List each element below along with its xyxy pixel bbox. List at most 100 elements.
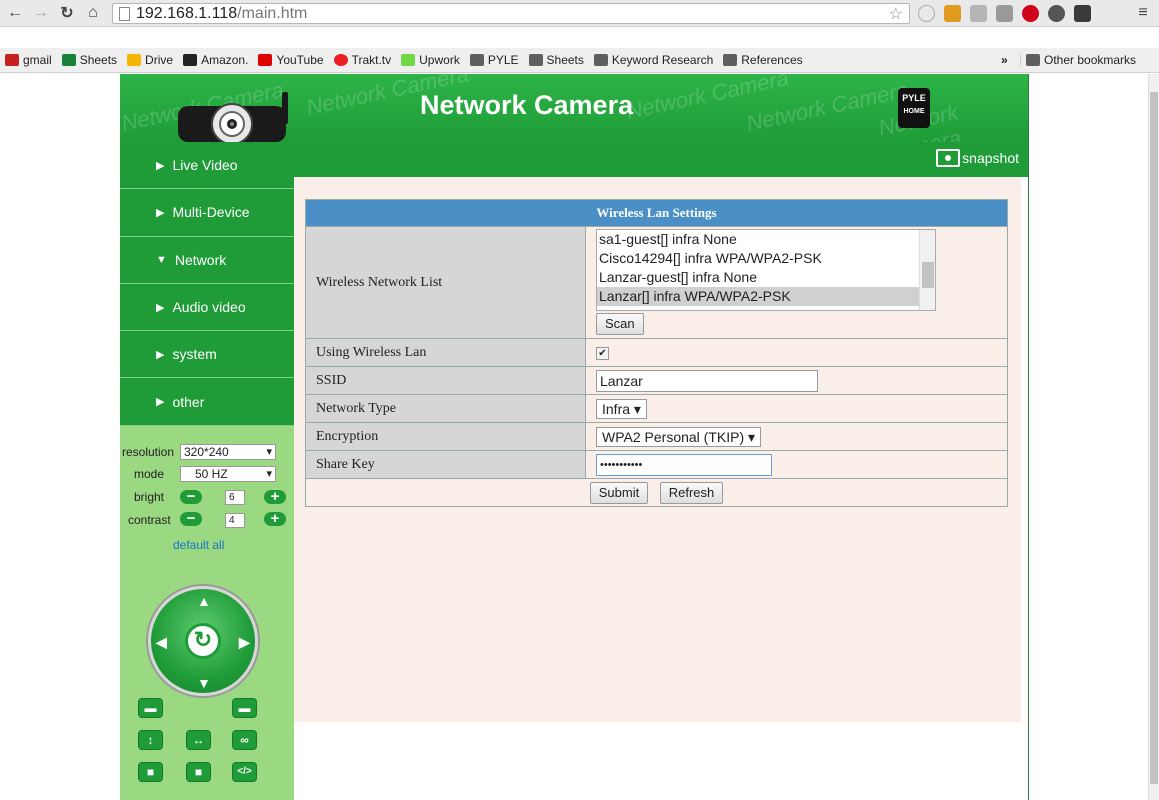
- resolution-select[interactable]: 320*240: [180, 444, 276, 460]
- stop-icon[interactable]: ■: [138, 762, 163, 782]
- ssid-input[interactable]: Lanzar: [596, 369, 818, 392]
- contrast-value[interactable]: 4: [225, 513, 245, 528]
- network-option-selected[interactable]: Lanzar[] infra WPA/WPA2-PSK: [597, 287, 935, 306]
- mode-select[interactable]: 50 HZ: [180, 466, 276, 482]
- menu-item-live-video[interactable]: ▶ Live Video: [120, 142, 294, 190]
- default-all-link[interactable]: default all: [173, 538, 224, 552]
- snapshot-button[interactable]: snapshot: [936, 149, 1019, 167]
- mode-label: mode: [134, 467, 165, 481]
- page-icon: [119, 6, 130, 21]
- submit-button[interactable]: Submit: [589, 481, 649, 504]
- horizontal-patrol-icon[interactable]: ↔: [186, 730, 211, 750]
- network-option[interactable]: Lanzar-guest[] infra None: [597, 268, 935, 287]
- menu-item-multi-device[interactable]: ▶ Multi-Device: [120, 189, 294, 237]
- share-key-input[interactable]: •••••••••••: [596, 453, 772, 476]
- extension-js-icon[interactable]: [944, 5, 961, 22]
- reload-button[interactable]: ↻: [56, 2, 78, 24]
- bookmark-drive[interactable]: Drive: [122, 53, 178, 67]
- extension-gray-icon[interactable]: [970, 5, 987, 22]
- bright-value[interactable]: 6: [225, 490, 245, 505]
- using-wireless-label: Using Wireless Lan: [305, 338, 586, 367]
- share-key-cell: •••••••••••: [585, 450, 1008, 479]
- arrow-right-icon: ▶: [156, 348, 165, 361]
- forward-button[interactable]: →: [30, 2, 52, 24]
- preset-left-icon[interactable]: ▬: [138, 698, 163, 718]
- star-icon[interactable]: ☆: [889, 4, 903, 24]
- bookmarks-overflow-button[interactable]: »: [996, 53, 1013, 67]
- vertical-patrol-icon[interactable]: ↕: [138, 730, 163, 750]
- bookmark-amazon[interactable]: Amazon.: [178, 53, 253, 67]
- info-icon[interactable]: [918, 5, 935, 22]
- bookmark-upwork[interactable]: Upwork: [396, 53, 465, 67]
- bright-decrease-button[interactable]: −: [180, 489, 202, 504]
- menu-item-other[interactable]: ▶ other: [120, 378, 294, 426]
- trakt-icon: [333, 54, 348, 66]
- network-type-cell: Infra ▾: [585, 394, 1008, 423]
- network-option[interactable]: sa1-guest[] infra None: [597, 230, 935, 249]
- network-type-label: Network Type: [305, 394, 586, 423]
- pan-up-icon[interactable]: ▲: [197, 593, 211, 609]
- menu-item-audio-video[interactable]: ▶ Audio video: [120, 283, 294, 332]
- home-button[interactable]: ⌂: [82, 2, 104, 24]
- address-bar[interactable]: 192.168.1.118/main.htm ☆: [112, 3, 910, 24]
- share-key-label: Share Key: [305, 450, 586, 479]
- using-wireless-checkbox[interactable]: ✔: [596, 346, 609, 360]
- folder-icon: [1026, 54, 1040, 66]
- page-scrollbar[interactable]: [1148, 74, 1159, 800]
- menu-label: system: [172, 346, 217, 363]
- ptz-center-icon[interactable]: ↻: [185, 623, 221, 659]
- preset-right-icon[interactable]: ▬: [232, 698, 257, 718]
- contrast-increase-button[interactable]: +: [264, 511, 286, 526]
- bookmark-label: Sheets: [79, 53, 118, 67]
- folder-icon: [528, 54, 543, 66]
- encryption-label: Encryption: [305, 422, 586, 451]
- pan-down-icon[interactable]: ▼: [197, 675, 211, 691]
- bookmark-gmail[interactable]: gmail: [0, 53, 57, 67]
- browser-toolbar: ← → ↻ ⌂ 192.168.1.118/main.htm ☆ ≡: [0, 0, 1159, 27]
- infinity-icon[interactable]: ∞: [232, 730, 257, 750]
- bookmark-label: Keyword Research: [611, 53, 714, 67]
- list-scrollbar[interactable]: [919, 230, 935, 310]
- bookmark-references[interactable]: References: [718, 53, 807, 67]
- network-option[interactable]: Cisco14294[] infra WPA/WPA2-PSK: [597, 249, 935, 268]
- resolution-label: resolution: [122, 445, 175, 459]
- ssid-label: SSID: [305, 366, 586, 395]
- bookmark-trakt[interactable]: Trakt.tv: [329, 53, 397, 67]
- extension-circle-icon[interactable]: [1048, 5, 1065, 22]
- encryption-select[interactable]: WPA2 Personal (TKIP) ▾: [596, 426, 762, 447]
- code-icon[interactable]: </>: [232, 762, 257, 782]
- bookmark-sheets[interactable]: Sheets: [57, 53, 122, 67]
- menu-item-system[interactable]: ▶ system: [120, 331, 294, 379]
- back-button[interactable]: ←: [4, 2, 26, 24]
- bookmark-label: Upwork: [419, 53, 460, 67]
- bookmark-label: Amazon.: [201, 53, 249, 67]
- scan-button[interactable]: Scan: [596, 313, 644, 335]
- contrast-label: contrast: [128, 513, 171, 527]
- menu-label: Audio video: [172, 299, 246, 316]
- bookmark-sheets-folder[interactable]: Sheets: [524, 53, 589, 67]
- bookmark-keyword-research[interactable]: Keyword Research: [589, 53, 718, 67]
- pan-left-icon[interactable]: ◀: [156, 634, 167, 651]
- extension-gray2-icon[interactable]: [996, 5, 1013, 22]
- scrollbar-thumb[interactable]: [922, 262, 934, 288]
- other-bookmarks[interactable]: Other bookmarks: [1020, 53, 1141, 67]
- banner: Network Camera Network Camera Network Ca…: [120, 74, 1029, 142]
- extension-e-icon[interactable]: [1074, 5, 1091, 22]
- bookmark-pyle[interactable]: PYLE: [465, 53, 524, 67]
- adblock-icon[interactable]: [1022, 5, 1039, 22]
- menu-item-network[interactable]: ▼ Network: [120, 236, 294, 284]
- refresh-button[interactable]: Refresh: [659, 481, 724, 504]
- folder-icon: [469, 54, 484, 66]
- pan-right-icon[interactable]: ▶: [239, 634, 250, 651]
- bookmark-label: Sheets: [546, 53, 584, 67]
- contrast-decrease-button[interactable]: −: [180, 511, 202, 526]
- network-type-select[interactable]: Infra ▾: [596, 398, 647, 419]
- bookmark-youtube[interactable]: YouTube: [253, 53, 328, 67]
- bright-increase-button[interactable]: +: [264, 489, 286, 504]
- stop2-icon[interactable]: ■: [186, 762, 211, 782]
- menu-icon[interactable]: ≡: [1132, 2, 1154, 24]
- page-scrollbar-thumb[interactable]: [1150, 92, 1158, 784]
- ptz-control[interactable]: ▲ ▼ ◀ ▶ ↻: [148, 586, 258, 696]
- network-list[interactable]: sa1-guest[] infra None Cisco14294[] infr…: [596, 229, 936, 311]
- camera-logo-icon: [178, 92, 288, 142]
